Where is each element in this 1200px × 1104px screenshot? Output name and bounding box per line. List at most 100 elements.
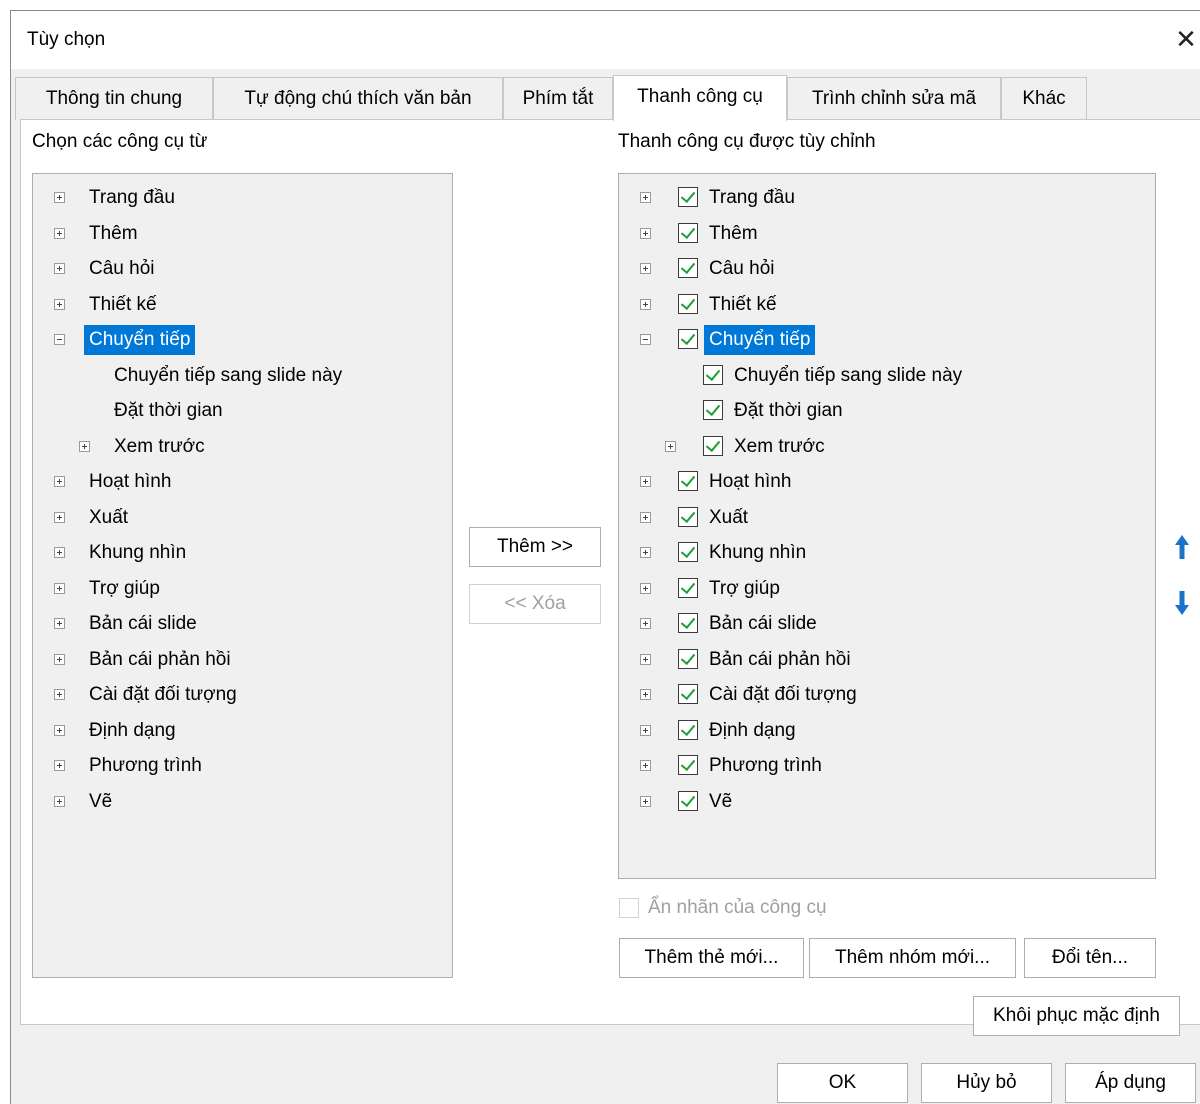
checkbox-checked-icon[interactable]: [678, 222, 698, 243]
cancel-button[interactable]: Hủy bỏ: [921, 1063, 1052, 1103]
custom-toolbar-tree[interactable]: Trang đầu Thêm Câu hỏi Thiết kế Chuyển tiếp C…: [618, 173, 1156, 879]
right-tree-item[interactable]: Hoạt hình: [619, 467, 1155, 497]
checkbox-checked-icon[interactable]: [678, 755, 698, 775]
expand-icon[interactable]: [640, 511, 651, 523]
right-tree-item[interactable]: Phương trình: [619, 751, 1155, 781]
right-tree-item[interactable]: Trang đầu: [619, 183, 1155, 213]
expand-icon[interactable]: [54, 227, 65, 239]
checkbox-checked-icon[interactable]: [678, 542, 698, 562]
expand-icon[interactable]: [640, 689, 651, 700]
expand-icon[interactable]: [640, 227, 651, 239]
expand-icon[interactable]: [640, 760, 651, 771]
expand-icon[interactable]: [54, 795, 65, 807]
apply-button[interactable]: Áp dụng: [1065, 1063, 1196, 1103]
expand-icon[interactable]: [54, 511, 65, 523]
expand-icon[interactable]: [640, 653, 651, 665]
remove-button[interactable]: << Xóa: [469, 584, 601, 624]
checkbox-checked-icon[interactable]: [678, 790, 698, 811]
tab-other[interactable]: Khác: [1001, 77, 1087, 120]
left-tree-item[interactable]: Chuyển tiếp sang slide này: [33, 361, 452, 391]
left-tree-item[interactable]: Câu hỏi: [33, 254, 452, 284]
left-tree-item[interactable]: Trợ giúp: [33, 574, 452, 604]
rename-button[interactable]: Đổi tên...: [1024, 938, 1156, 978]
right-tree-item[interactable]: Xem trước: [619, 432, 1155, 462]
right-tree-item[interactable]: Bản cái phản hồi: [619, 645, 1155, 675]
left-tree-item[interactable]: Vẽ: [33, 787, 452, 817]
collapse-icon[interactable]: [640, 334, 651, 345]
tab-code-editor[interactable]: Trình chỉnh sửa mã: [787, 77, 1001, 120]
tab-toolbar[interactable]: Thanh công cụ: [613, 75, 787, 121]
right-tree-item[interactable]: Vẽ: [619, 787, 1155, 817]
left-tree-item[interactable]: Đặt thời gian: [33, 396, 452, 426]
right-tree-item[interactable]: Thêm: [619, 219, 1155, 249]
expand-icon[interactable]: [640, 582, 651, 594]
left-tree-item[interactable]: Phương trình: [33, 751, 452, 781]
checkbox-checked-icon[interactable]: [703, 400, 723, 420]
left-tree-item[interactable]: Chuyển tiếp: [33, 325, 452, 355]
expand-icon[interactable]: [54, 476, 65, 487]
expand-icon[interactable]: [54, 547, 65, 558]
expand-icon[interactable]: [665, 440, 676, 452]
expand-icon[interactable]: [640, 263, 651, 274]
left-tree-item[interactable]: Xem trước: [33, 432, 452, 462]
new-tab-button[interactable]: Thêm thẻ mới...: [619, 938, 804, 978]
left-tree-item[interactable]: Bản cái slide: [33, 609, 452, 639]
checkbox-checked-icon[interactable]: [678, 258, 698, 278]
tab-shortcuts[interactable]: Phím tắt: [503, 77, 613, 120]
checkbox-checked-icon[interactable]: [678, 187, 698, 207]
expand-icon[interactable]: [640, 298, 651, 310]
checkbox-checked-icon[interactable]: [678, 684, 698, 704]
left-tree-item[interactable]: Bản cái phản hồi: [33, 645, 452, 675]
expand-icon[interactable]: [640, 476, 651, 487]
expand-icon[interactable]: [54, 192, 65, 203]
expand-icon[interactable]: [79, 440, 90, 452]
arrow-down-icon[interactable]: [1173, 589, 1191, 617]
left-tree-item[interactable]: Cài đặt đối tượng: [33, 680, 452, 710]
right-tree-item[interactable]: Bản cái slide: [619, 609, 1155, 639]
expand-icon[interactable]: [640, 547, 651, 558]
right-tree-item[interactable]: Chuyển tiếp: [619, 325, 1155, 355]
checkbox-checked-icon[interactable]: [678, 613, 698, 633]
expand-icon[interactable]: [54, 618, 65, 629]
close-icon[interactable]: ✕: [1171, 21, 1200, 57]
add-button[interactable]: Thêm >>: [469, 527, 601, 567]
expand-icon[interactable]: [54, 582, 65, 594]
right-tree-item[interactable]: Đặt thời gian: [619, 396, 1155, 426]
left-tree-item[interactable]: Xuất: [33, 503, 452, 533]
expand-icon[interactable]: [640, 618, 651, 629]
expand-icon[interactable]: [640, 724, 651, 736]
right-tree-item[interactable]: Chuyển tiếp sang slide này: [619, 361, 1155, 391]
right-tree-item[interactable]: Câu hỏi: [619, 254, 1155, 284]
checkbox-checked-icon[interactable]: [678, 293, 698, 314]
left-tree-item[interactable]: Trang đầu: [33, 183, 452, 213]
checkbox-checked-icon[interactable]: [678, 719, 698, 740]
left-tree-item[interactable]: Thêm: [33, 219, 452, 249]
right-tree-item[interactable]: Định dạng: [619, 716, 1155, 746]
right-tree-item[interactable]: Cài đặt đối tượng: [619, 680, 1155, 710]
right-tree-item[interactable]: Thiết kế: [619, 290, 1155, 320]
expand-icon[interactable]: [640, 192, 651, 203]
checkbox-checked-icon[interactable]: [678, 506, 698, 527]
checkbox-checked-icon[interactable]: [678, 471, 698, 491]
checkbox-checked-icon[interactable]: [703, 435, 723, 456]
expand-icon[interactable]: [54, 653, 65, 665]
ok-button[interactable]: OK: [777, 1063, 908, 1103]
new-group-button[interactable]: Thêm nhóm mới...: [809, 938, 1016, 978]
tab-general[interactable]: Thông tin chung: [15, 77, 213, 120]
expand-icon[interactable]: [54, 724, 65, 736]
checkbox-checked-icon[interactable]: [678, 648, 698, 669]
right-tree-item[interactable]: Khung nhìn: [619, 538, 1155, 568]
checkbox-checked-icon[interactable]: [678, 577, 698, 598]
arrow-up-icon[interactable]: [1173, 533, 1191, 561]
collapse-icon[interactable]: [54, 334, 65, 345]
left-tree-item[interactable]: Định dạng: [33, 716, 452, 746]
checkbox-checked-icon[interactable]: [678, 329, 698, 349]
expand-icon[interactable]: [54, 263, 65, 274]
expand-icon[interactable]: [640, 795, 651, 807]
expand-icon[interactable]: [54, 298, 65, 310]
expand-icon[interactable]: [54, 689, 65, 700]
checkbox-checked-icon[interactable]: [703, 364, 723, 385]
expand-icon[interactable]: [54, 760, 65, 771]
right-tree-item[interactable]: Xuất: [619, 503, 1155, 533]
hide-labels-checkbox[interactable]: [619, 898, 639, 918]
